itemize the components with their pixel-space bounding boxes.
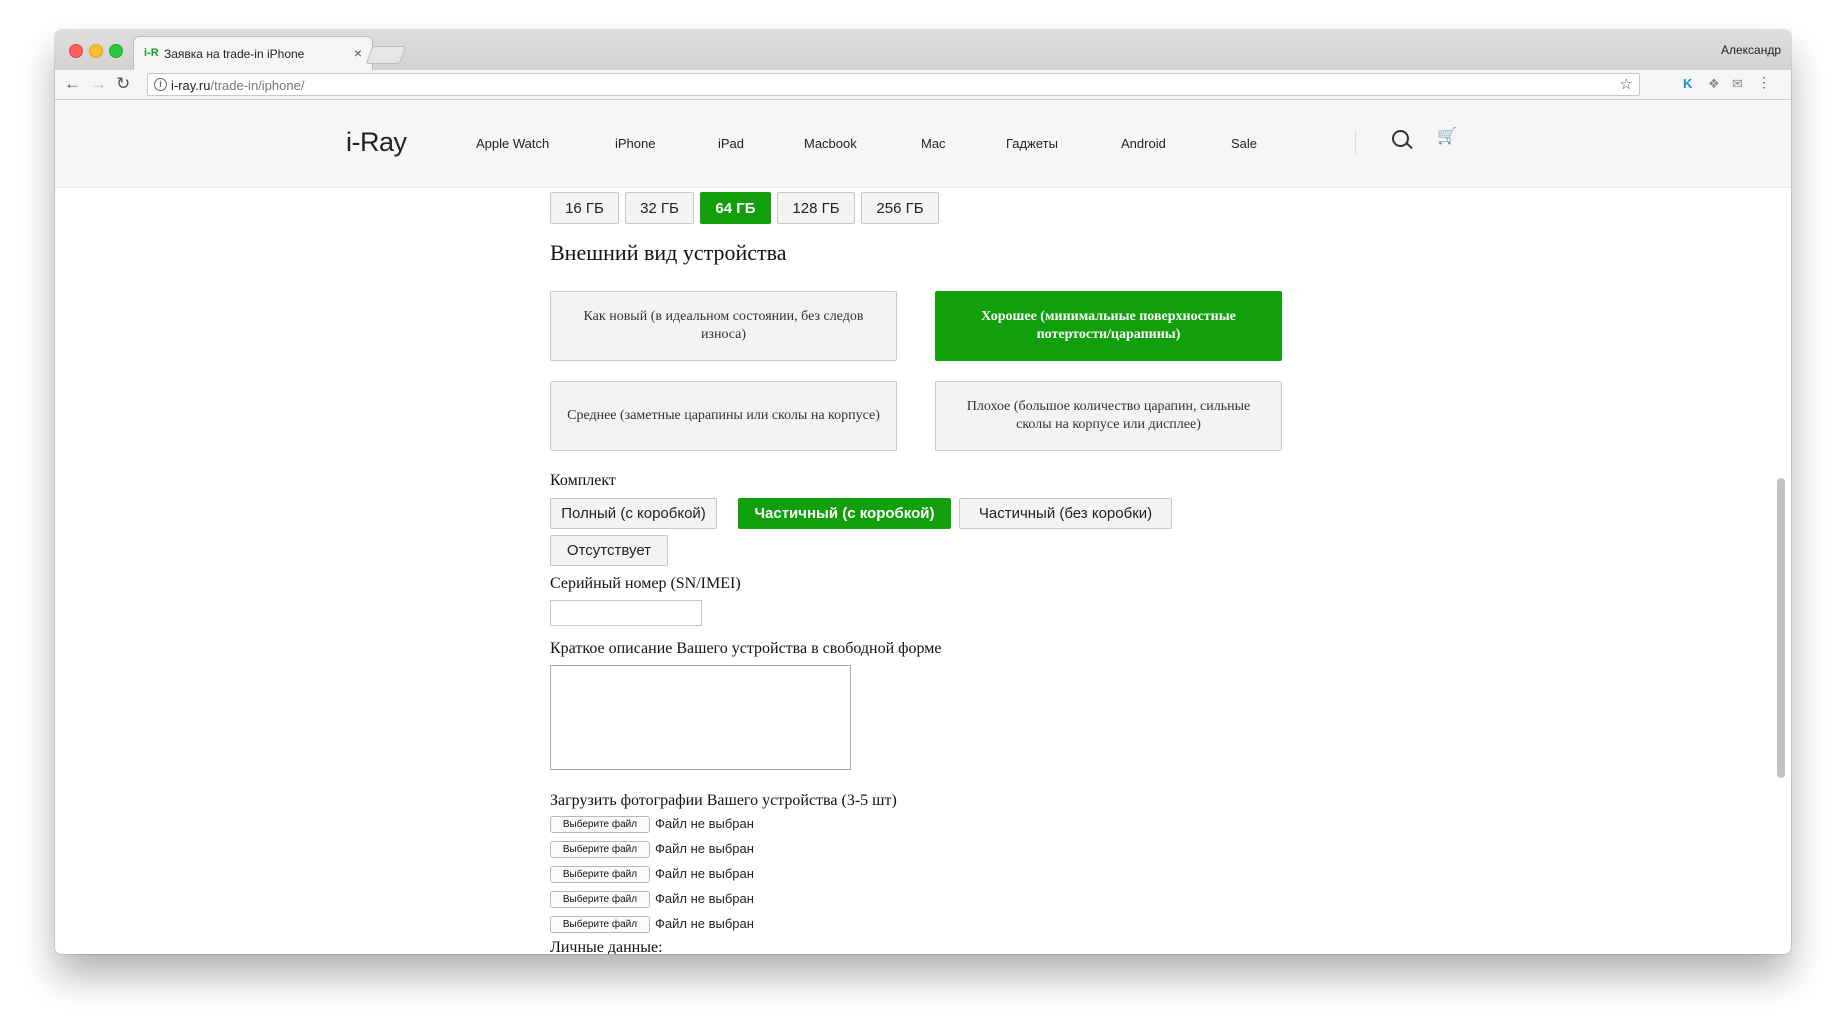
description-textarea[interactable] <box>550 665 851 770</box>
serial-label: Серийный номер (SN/IMEI) <box>550 575 741 592</box>
nav-item-android[interactable]: Android <box>1121 136 1166 151</box>
nav-item-sale[interactable]: Sale <box>1231 136 1257 151</box>
file-status: Файл не выбран <box>655 816 754 831</box>
choose-file-button[interactable]: Выберите файл <box>550 841 650 858</box>
cart-icon[interactable]: 🛒 <box>1437 126 1457 146</box>
info-icon[interactable]: i <box>154 78 167 91</box>
address-bar[interactable]: i i-ray.ru/trade-in/iphone/ ☆ <box>147 73 1640 96</box>
memory-option-256[interactable]: 256 ГБ <box>861 192 939 224</box>
file-status: Файл не выбран <box>655 841 754 856</box>
trade-in-form: 16 ГБ 32 ГБ 64 ГБ 128 ГБ 256 ГБ Внешний … <box>55 188 1791 954</box>
file-status: Файл не выбран <box>655 866 754 881</box>
description-label: Краткое описание Вашего устройства в сво… <box>550 640 942 657</box>
memory-option-128[interactable]: 128 ГБ <box>777 192 855 224</box>
choose-file-button[interactable]: Выберите файл <box>550 866 650 883</box>
condition-bad[interactable]: Плохое (большое количество царапин, силь… <box>935 381 1282 451</box>
forward-icon[interactable]: → <box>90 74 107 94</box>
memory-option-16[interactable]: 16 ГБ <box>550 192 619 224</box>
site-header: i-Ray Apple Watch iPhone iPad Macbook Ma… <box>55 100 1791 188</box>
tab-close-icon[interactable]: × <box>354 45 362 61</box>
appearance-title: Внешний вид устройства <box>550 240 787 265</box>
menu-icon[interactable]: ⋮ <box>1757 74 1771 91</box>
reload-icon[interactable]: ↻ <box>116 74 130 94</box>
star-icon[interactable]: ☆ <box>1620 75 1633 93</box>
nav-item-apple-watch[interactable]: Apple Watch <box>476 136 549 151</box>
memory-option-64[interactable]: 64 ГБ <box>700 192 771 224</box>
nav-item-macbook[interactable]: Macbook <box>804 136 857 151</box>
nav-item-gadgets[interactable]: Гаджеты <box>1006 136 1058 151</box>
kit-option-none[interactable]: Отсутствует <box>550 535 668 566</box>
header-divider <box>1355 130 1356 154</box>
photos-label: Загрузить фотографии Вашего устройства (… <box>550 792 897 809</box>
url-path: /trade-in/iphone/ <box>210 78 305 93</box>
search-icon[interactable] <box>1392 130 1409 147</box>
choose-file-button[interactable]: Выберите файл <box>550 916 650 933</box>
extension-icon[interactable]: ❖ <box>1708 76 1720 92</box>
extension-k-icon[interactable]: K <box>1683 76 1692 91</box>
file-status: Файл не выбран <box>655 891 754 906</box>
minimize-window-button[interactable] <box>89 44 103 58</box>
browser-tab[interactable]: i-R Заявка на trade-in iPhone × <box>133 36 373 70</box>
kit-option-full[interactable]: Полный (с коробкой) <box>550 498 717 529</box>
kit-option-partial-box[interactable]: Частичный (с коробкой) <box>738 498 951 529</box>
new-tab-button[interactable] <box>365 46 407 64</box>
personal-data-label: Личные данные: <box>550 939 663 954</box>
back-icon[interactable]: ← <box>64 74 81 94</box>
page-viewport: i-Ray Apple Watch iPhone iPad Macbook Ma… <box>55 100 1791 954</box>
url-text: i-ray.ru/trade-in/iphone/ <box>171 78 304 93</box>
url-host: i-ray.ru <box>171 78 211 93</box>
serial-input[interactable] <box>550 600 702 626</box>
condition-good[interactable]: Хорошее (минимальные поверхностные потер… <box>935 291 1282 361</box>
condition-like-new[interactable]: Как новый (в идеальном состоянии, без сл… <box>550 291 897 361</box>
browser-window: i-R Заявка на trade-in iPhone × Александ… <box>55 30 1791 954</box>
condition-average[interactable]: Среднее (заметные царапины или сколы на … <box>550 381 897 451</box>
memory-option-32[interactable]: 32 ГБ <box>625 192 694 224</box>
close-window-button[interactable] <box>69 44 83 58</box>
site-logo[interactable]: i-Ray <box>346 127 407 158</box>
kit-title: Комплект <box>550 472 616 489</box>
maximize-window-button[interactable] <box>109 44 123 58</box>
tab-title: Заявка на trade-in iPhone <box>164 47 305 61</box>
browser-toolbar: ← → ↻ i i-ray.ru/trade-in/iphone/ ☆ K ❖ … <box>55 70 1791 100</box>
favicon-icon: i-R <box>144 47 159 59</box>
choose-file-button[interactable]: Выберите файл <box>550 891 650 908</box>
kit-option-partial-no-box[interactable]: Частичный (без коробки) <box>959 498 1172 529</box>
nav-item-ipad[interactable]: iPad <box>718 136 744 151</box>
profile-name[interactable]: Александр <box>1721 43 1781 57</box>
mail-extension-icon[interactable]: ✉ <box>1732 76 1743 92</box>
file-status: Файл не выбран <box>655 916 754 931</box>
tab-strip: i-R Заявка на trade-in iPhone × Александ… <box>55 30 1791 70</box>
page-scrollbar[interactable] <box>1777 478 1785 778</box>
nav-item-iphone[interactable]: iPhone <box>615 136 655 151</box>
nav-item-mac[interactable]: Mac <box>921 136 946 151</box>
choose-file-button[interactable]: Выберите файл <box>550 816 650 833</box>
